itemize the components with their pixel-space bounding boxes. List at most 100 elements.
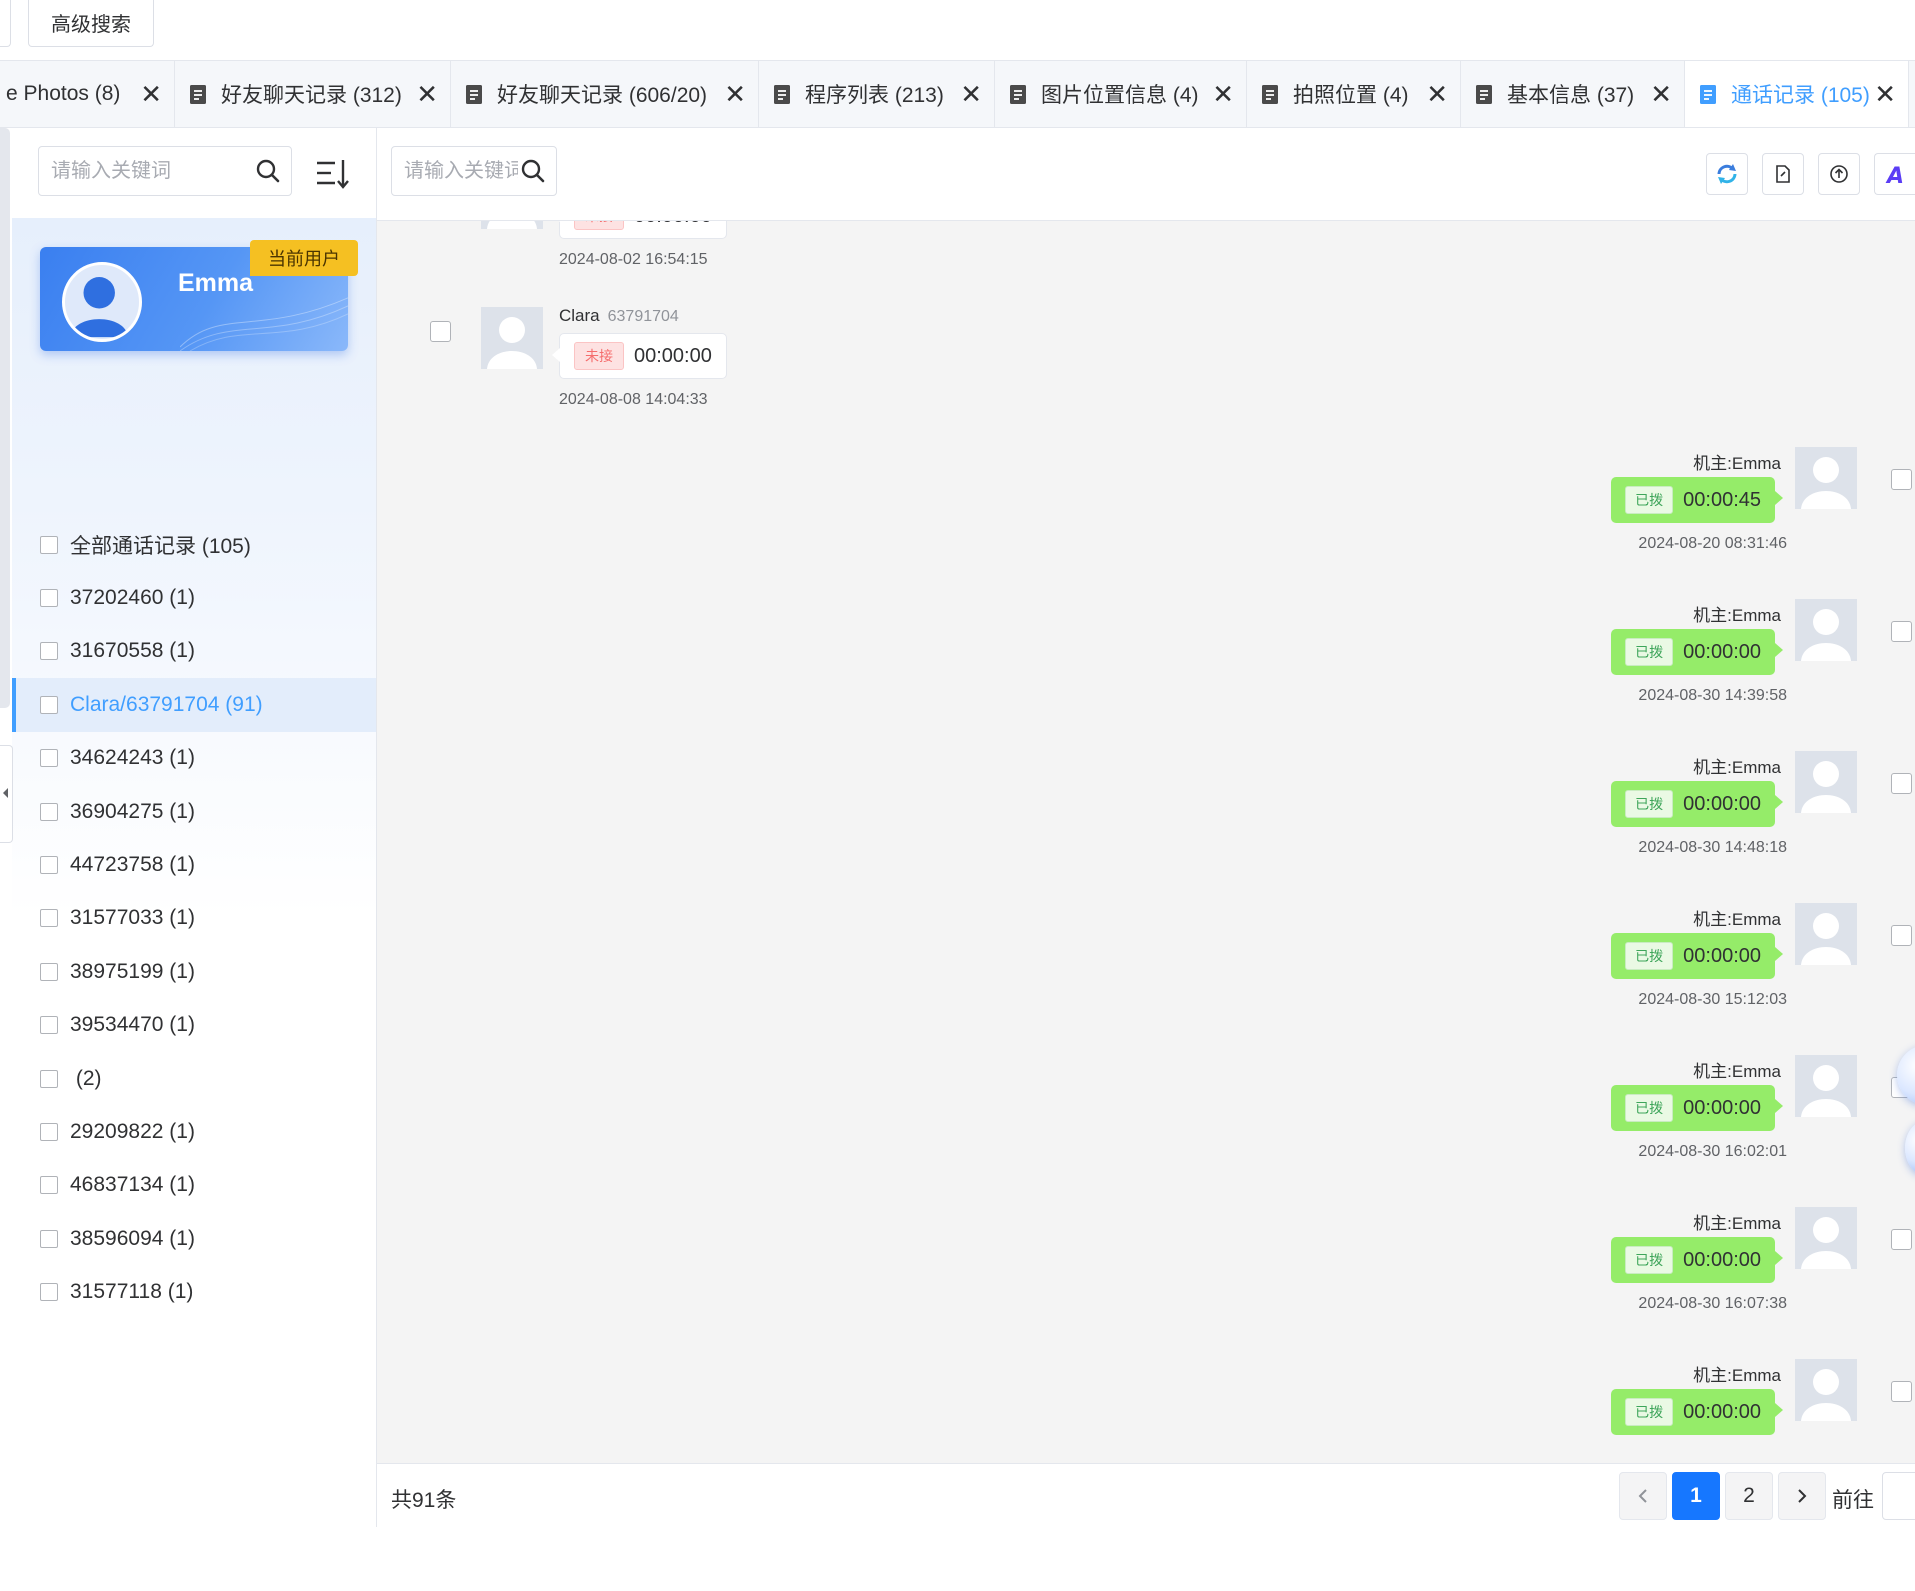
contact-item[interactable]: 38596094 (1)	[12, 1212, 376, 1265]
record-search-box	[391, 146, 557, 196]
sync-button[interactable]	[1706, 153, 1748, 195]
record-checkbox[interactable]	[1891, 1381, 1912, 1402]
owner-avatar	[1795, 1207, 1857, 1269]
contact-item[interactable]: 38975199 (1)	[12, 945, 376, 998]
contact-checkbox[interactable]	[40, 1069, 58, 1088]
contact-item[interactable]: 31670558 (1)	[12, 625, 376, 678]
sender-name: 机主:Emma	[1693, 606, 1781, 625]
dialed-tag: 已拨	[1625, 486, 1674, 514]
close-icon[interactable]: ✕	[1650, 81, 1672, 107]
contact-item[interactable]: 44723758 (1)	[12, 838, 376, 891]
export-file-button[interactable]	[1762, 153, 1804, 195]
contact-checkbox[interactable]	[40, 856, 58, 875]
advanced-search-button[interactable]: 高级搜索	[28, 0, 154, 47]
call-bubble[interactable]: 未接 00:00:00	[552, 221, 727, 239]
contact-checkbox[interactable]	[40, 1283, 58, 1302]
tab-4[interactable]: 图片位置信息 (4) ✕	[995, 61, 1247, 127]
contact-item[interactable]: Clara/63791704 (91)	[12, 678, 376, 732]
tab-5[interactable]: 拍照位置 (4) ✕	[1247, 61, 1461, 127]
upload-button[interactable]	[1818, 153, 1860, 195]
contact-checkbox[interactable]	[40, 802, 58, 821]
contact-item[interactable]: 全部通话记录 (105)	[12, 518, 376, 571]
sender-label: 机主:Emma	[1693, 1057, 1781, 1082]
close-icon[interactable]: ✕	[416, 81, 438, 107]
goto-page-input[interactable]	[1882, 1472, 1915, 1520]
contact-item[interactable]: 46837134 (1)	[12, 1159, 376, 1212]
contact-checkbox[interactable]	[40, 589, 58, 608]
search-icon[interactable]	[520, 158, 546, 184]
close-icon[interactable]: ✕	[1426, 81, 1448, 107]
close-icon[interactable]: ✕	[140, 81, 162, 107]
tab-6[interactable]: 基本信息 (37) ✕	[1461, 61, 1685, 127]
tab-3[interactable]: 程序列表 (213) ✕	[759, 61, 995, 127]
call-bubble[interactable]: 已拨 00:00:00	[1611, 781, 1783, 827]
contact-item[interactable]: (2)	[12, 1052, 376, 1105]
close-icon[interactable]: ✕	[960, 81, 982, 107]
search-icon[interactable]	[255, 158, 281, 184]
dialed-tag: 已拨	[1625, 638, 1674, 666]
call-bubble[interactable]: 已拨 00:00:00	[1611, 933, 1783, 979]
contact-checkbox[interactable]	[40, 1016, 58, 1035]
record-search-input[interactable]	[392, 158, 520, 184]
toolbar-left-button[interactable]	[0, 0, 11, 47]
call-bubble[interactable]: 已拨 00:00:45	[1611, 477, 1783, 523]
record-checkbox[interactable]	[1891, 925, 1912, 946]
contact-checkbox[interactable]	[40, 695, 58, 714]
call-bubble[interactable]: 未接 00:00:00	[552, 333, 727, 379]
tab-0[interactable]: e Photos (8) ✕	[0, 61, 175, 127]
next-page-button[interactable]	[1778, 1472, 1826, 1520]
record-checkbox[interactable]	[1891, 1229, 1912, 1250]
call-timestamp: 2024-08-02 16:54:15	[559, 251, 708, 268]
record-checkbox[interactable]	[1891, 773, 1912, 794]
dialed-tag: 已拨	[1625, 942, 1674, 970]
close-icon[interactable]: ✕	[1874, 81, 1896, 107]
record-checkbox[interactable]	[1891, 469, 1912, 490]
contact-label: Clara/63791704 (91)	[70, 692, 263, 716]
tab-1[interactable]: 好友聊天记录 (312) ✕	[175, 61, 451, 127]
contact-item[interactable]: 34624243 (1)	[12, 732, 376, 785]
page-1-button[interactable]: 1	[1672, 1472, 1720, 1520]
record-checkbox[interactable]	[1891, 621, 1912, 642]
sidebar-scrollbar[interactable]	[0, 128, 10, 708]
close-icon[interactable]: ✕	[724, 81, 746, 107]
prev-page-button[interactable]	[1619, 1472, 1667, 1520]
contact-checkbox[interactable]	[40, 1122, 58, 1141]
sort-icon[interactable]	[315, 156, 349, 190]
contact-checkbox[interactable]	[40, 535, 58, 554]
contact-checkbox[interactable]	[40, 962, 58, 981]
contact-checkbox[interactable]	[40, 1229, 58, 1248]
pagination-bar: 共91条 1 2 前往	[377, 1463, 1915, 1528]
contact-item[interactable]: 29209822 (1)	[12, 1105, 376, 1158]
contact-item[interactable]: 31577033 (1)	[12, 892, 376, 945]
sidebar-collapse-handle[interactable]	[0, 745, 13, 843]
close-icon[interactable]: ✕	[1212, 81, 1234, 107]
tab-label: e Photos (8)	[6, 82, 121, 105]
contact-item[interactable]: 39534470 (1)	[12, 999, 376, 1052]
contact-checkbox[interactable]	[40, 749, 58, 768]
contact-item[interactable]: 36904275 (1)	[12, 785, 376, 838]
call-bubble[interactable]: 已拨 00:00:00	[1611, 629, 1783, 675]
font-button[interactable]: A	[1874, 153, 1915, 195]
call-duration: 00:00:00	[634, 344, 712, 367]
sender-name: 机主:Emma	[1693, 758, 1781, 777]
record-checkbox[interactable]	[430, 321, 451, 342]
contact-item[interactable]: 37202460 (1)	[12, 571, 376, 624]
tab-label: 图片位置信息 (4)	[1041, 84, 1199, 107]
contact-search-input[interactable]	[39, 158, 255, 184]
contact-checkbox[interactable]	[40, 909, 58, 928]
call-record-item: 机主:Emma 已拨 00:00:00 2024-08-30 14:39:58	[377, 591, 1915, 741]
contact-checkbox[interactable]	[40, 1176, 58, 1195]
call-bubble[interactable]: 已拨 00:00:00	[1611, 1237, 1783, 1283]
contact-checkbox[interactable]	[40, 642, 58, 661]
call-bubble[interactable]: 已拨 00:00:00	[1611, 1389, 1783, 1435]
contact-item[interactable]: 31577118 (1)	[12, 1265, 376, 1318]
call-bubble[interactable]: 已拨 00:00:00	[1611, 1085, 1783, 1131]
call-record-item: 机主:Emma 已拨 00:00:00 2024-08-30 15:12:03	[377, 895, 1915, 1045]
call-timestamp: 2024-08-30 16:02:01	[1638, 1143, 1787, 1160]
document-icon	[1700, 84, 1716, 104]
call-duration: 00:00:00	[1683, 1248, 1761, 1271]
page-2-button[interactable]: 2	[1725, 1472, 1773, 1520]
tab-7[interactable]: 通话记录 (105) ✕	[1685, 61, 1909, 127]
tab-2[interactable]: 好友聊天记录 (606/20) ✕	[451, 61, 759, 127]
sender-label: Clara 63791704	[559, 306, 679, 326]
